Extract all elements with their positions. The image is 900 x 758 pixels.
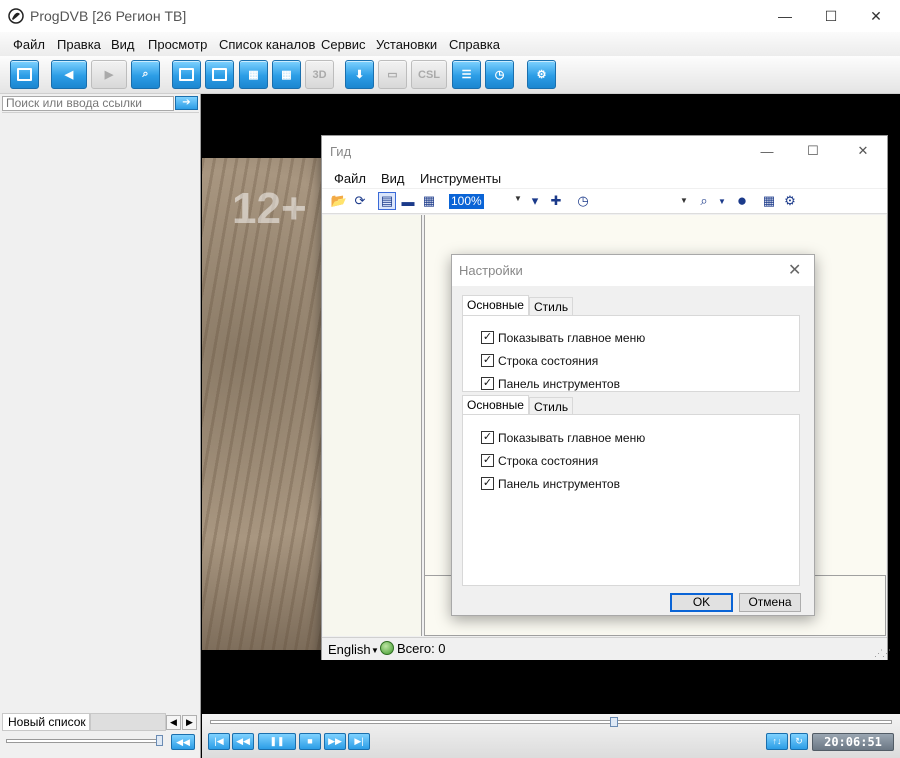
checkbox-toolbar[interactable]: ✓ [481,377,494,390]
seek-slider-thumb[interactable] [610,717,618,727]
guide-menu-file[interactable]: Файл [334,171,366,186]
chevron-down-icon[interactable]: ▼ [371,646,379,655]
checkbox-show-main-menu[interactable]: ✓ [481,331,494,344]
tab-general[interactable]: Основные [462,295,529,315]
checkbox-label: Показывать главное меню [498,431,646,445]
monitor-icon[interactable]: ▭ [378,60,407,89]
guide-minimize-button[interactable]: — [744,136,790,166]
3d-icon[interactable]: 3D [305,60,334,89]
pause-icon[interactable]: ❚❚ [258,733,296,750]
guide-menu-view[interactable]: Вид [381,171,405,186]
age-rating-overlay: 12+ [232,184,307,233]
quad-view-icon[interactable]: ▦ [239,60,268,89]
seek-slider[interactable] [210,720,892,724]
filter-icon[interactable]: ▾ [526,192,544,210]
window-title: ProgDVB [26 Регион ТВ] [30,8,187,24]
clock: 20:06:51 [812,733,894,751]
search-icon[interactable]: ⌕ [695,192,713,210]
list-view-icon[interactable]: ▤ [378,192,396,210]
volume-slider[interactable] [6,739,162,743]
tab-style[interactable]: Стиль [529,297,574,317]
search-go-icon[interactable]: ➔ [175,96,198,110]
rewind-icon[interactable]: ◀◀ [232,733,254,750]
forward-icon[interactable]: ▶ [91,60,127,89]
checkbox-status-bar[interactable]: ✓ [481,354,494,367]
menu-preview[interactable]: Просмотр [148,37,207,52]
tab-strip [90,713,166,731]
checkbox-label: Строка состояния [498,354,599,368]
pip-view-icon[interactable] [205,60,234,89]
chevron-down-icon[interactable]: ▼ [514,194,522,203]
zoom-value[interactable]: 100% [449,194,484,209]
tab-general[interactable]: Основные [462,395,529,415]
menu-settings[interactable]: Установки [376,37,437,52]
tab-scroll-right-icon[interactable]: ▶ [182,715,197,730]
guide-maximize-button[interactable]: ☐ [790,136,836,166]
settings-title: Настройки [459,263,523,278]
language-selector[interactable]: English [328,642,371,657]
menu-view[interactable]: Вид [111,37,135,52]
open-folder-icon[interactable]: 📂 [330,192,348,210]
calendar-icon[interactable]: ▦ [760,192,778,210]
add-icon[interactable]: ✚ [547,192,565,210]
stop-icon[interactable]: ■ [299,733,321,750]
channel-list-icon[interactable]: ☰ [452,60,481,89]
refresh-icon[interactable]: ⟳ [351,192,369,210]
guide-title: Гид [330,144,352,159]
clock-icon[interactable]: ◷ [574,192,592,210]
guide-channel-column[interactable] [323,215,422,636]
tab-new-list[interactable]: Новый список [2,713,90,731]
csl-icon[interactable]: CSL [411,60,447,89]
grid-view-icon[interactable]: ▦ [272,60,301,89]
previous-channel-icon[interactable]: ◀◀ [171,734,195,750]
guide-menu-tools[interactable]: Инструменты [420,171,501,186]
record-icon[interactable]: ⬇ [345,60,374,89]
close-button[interactable]: ✕ [853,0,899,32]
menu-help[interactable]: Справка [449,37,500,52]
resize-grip-icon[interactable]: ⋰⋰ [874,648,891,659]
app-logo-icon [8,8,24,24]
tab-scroll-left-icon[interactable]: ◀ [166,715,181,730]
settings-gear-icon[interactable]: ⚙ [527,60,556,89]
minimize-button[interactable]: — [762,0,808,32]
checkbox-label: Панель инструментов [498,377,620,391]
checkbox-toolbar[interactable]: ✓ [481,477,494,490]
grid-view-icon[interactable]: ▦ [420,192,438,210]
menu-file[interactable]: Файл [13,37,45,52]
checkbox-label: Строка состояния [498,454,599,468]
chevron-down-icon[interactable]: ▼ [680,196,688,205]
maximize-button[interactable]: ☐ [808,0,854,32]
search-input[interactable]: Поиск или ввода ссылки [2,96,174,111]
skip-start-icon[interactable]: |◀ [208,733,230,750]
total-count: Всего: 0 [397,641,446,656]
guide-close-button[interactable]: ✕ [840,136,886,166]
timeline-view-icon[interactable]: ▬ [399,192,417,210]
close-icon[interactable]: ✕ [788,260,801,280]
chevron-down-icon[interactable]: ▼ [713,192,731,210]
checkbox-label: Показывать главное меню [498,331,646,345]
skip-end-icon[interactable]: ▶| [348,733,370,750]
refresh-icon[interactable]: ↻ [790,733,808,750]
back-icon[interactable]: ◀ [51,60,87,89]
fullscreen-icon[interactable]: ↑↓ [766,733,788,750]
checkbox-status-bar[interactable]: ✓ [481,454,494,467]
menu-edit[interactable]: Правка [57,37,101,52]
schedule-icon[interactable]: ◷ [485,60,514,89]
menu-service[interactable]: Сервис [321,37,366,52]
guide-menu-bar [322,166,887,188]
single-view-icon[interactable] [172,60,201,89]
menu-channel-list[interactable]: Список каналов [219,37,315,52]
gear-icon[interactable]: ⚙ [781,192,799,210]
cancel-button[interactable]: Отмена [739,593,801,612]
window-icon[interactable] [10,60,39,89]
volume-slider-thumb[interactable] [156,735,163,746]
record-dot-icon[interactable]: ● [733,191,751,210]
fast-forward-icon[interactable]: ▶▶ [324,733,346,750]
ok-button[interactable]: OK [670,593,733,612]
checkbox-label: Панель инструментов [498,477,620,491]
channel-list[interactable] [2,112,199,712]
globe-icon [380,641,394,655]
checkbox-show-main-menu[interactable]: ✓ [481,431,494,444]
zoom-icon[interactable]: ⌕ [131,60,160,89]
